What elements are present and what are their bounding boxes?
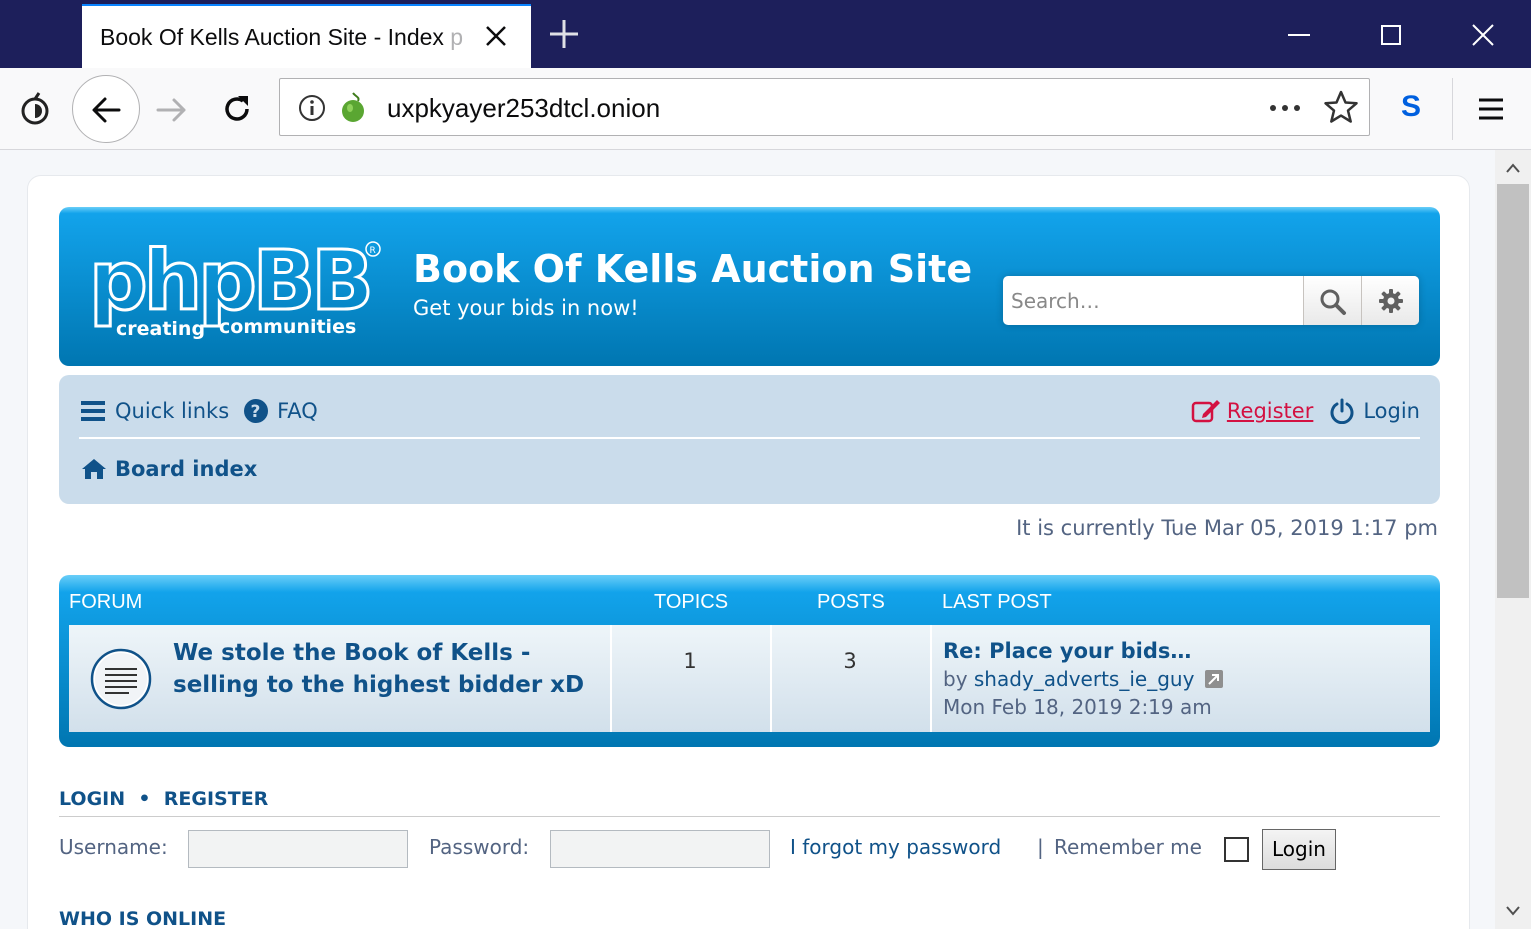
- browser-titlebar: Book Of Kells Auction Site - Index p: [0, 0, 1531, 68]
- forum-read-icon: [90, 648, 152, 710]
- column-separator: [930, 625, 932, 732]
- edit-icon: [1191, 400, 1220, 423]
- login-link[interactable]: Login: [1329, 398, 1420, 424]
- site-title[interactable]: Book Of Kells Auction Site: [413, 247, 972, 291]
- forum-row: We stole the Book of Kells - selling to …: [69, 625, 1430, 732]
- svg-text:creating: creating: [116, 318, 205, 339]
- board-index-link[interactable]: Board index: [81, 457, 257, 481]
- header-posts: POSTS: [817, 591, 885, 613]
- power-icon: [1330, 398, 1354, 424]
- faq-label: FAQ: [277, 399, 318, 423]
- column-separator: [610, 625, 612, 732]
- onion-icon: [342, 92, 364, 122]
- home-icon: [82, 459, 106, 479]
- nav-divider: [79, 437, 1420, 439]
- pipe-separator: |: [1037, 835, 1044, 859]
- last-post-date: Mon Feb 18, 2019 2:19 am: [943, 695, 1212, 719]
- svg-text:phpBB: phpBB: [89, 235, 370, 329]
- close-tab-icon[interactable]: [482, 22, 510, 50]
- page-viewport: phpBB R creating communities Book Of Kel…: [0, 150, 1495, 929]
- back-arrow-icon: [92, 97, 121, 123]
- register-link[interactable]: Register: [1191, 398, 1313, 424]
- forgot-password-link[interactable]: I forgot my password: [790, 835, 1001, 859]
- site-header: phpBB R creating communities Book Of Kel…: [59, 207, 1440, 366]
- register-heading-link[interactable]: REGISTER: [164, 788, 269, 810]
- back-button[interactable]: [72, 75, 140, 143]
- phpbb-logo[interactable]: phpBB R creating communities: [87, 235, 387, 339]
- forward-arrow-icon[interactable]: [154, 92, 190, 128]
- scrollbar-thumb[interactable]: [1497, 184, 1529, 598]
- username-label: Username:: [59, 835, 168, 859]
- url-text: uxpkyayer253dtcl.onion: [387, 93, 661, 123]
- nav-panel: Quick links ? FAQ Register Login Board i…: [59, 375, 1440, 504]
- page-wrap: phpBB R creating communities Book Of Kel…: [27, 175, 1470, 929]
- forum-table: FORUM TOPICS POSTS LAST POST We stole th…: [59, 575, 1440, 747]
- column-separator: [770, 625, 772, 732]
- forum-title-link[interactable]: We stole the Book of Kells - selling to …: [173, 637, 593, 701]
- page-scrollbar[interactable]: [1495, 150, 1531, 929]
- password-field[interactable]: [550, 830, 770, 868]
- tab-title: Book Of Kells Auction Site - Index p: [100, 24, 464, 50]
- bars-icon: [81, 401, 105, 421]
- login-label: Login: [1363, 399, 1420, 423]
- header-topics: TOPICS: [654, 591, 729, 613]
- quick-links-label: Quick links: [115, 399, 230, 423]
- who-is-online-heading[interactable]: WHO IS ONLINE: [59, 908, 226, 929]
- bookmark-star-icon[interactable]: [1323, 89, 1359, 125]
- search-icon: [1320, 289, 1346, 315]
- search-box: [1003, 276, 1419, 325]
- login-heading-link[interactable]: LOGIN: [59, 788, 125, 810]
- login-button[interactable]: Login: [1262, 829, 1336, 870]
- search-button[interactable]: [1303, 276, 1361, 325]
- svg-text:R: R: [370, 246, 376, 256]
- scroll-down-icon[interactable]: [1505, 904, 1521, 916]
- browser-toolbar: uxpkyayer253dtcl.onion S: [0, 68, 1531, 150]
- header-last-post: LAST POST: [942, 591, 1052, 613]
- forum-topics-count: 1: [683, 649, 697, 673]
- hamburger-menu-icon[interactable]: [1476, 94, 1506, 124]
- toolbar-separator: [1452, 78, 1453, 140]
- gear-icon: [1379, 289, 1403, 313]
- advanced-search-button[interactable]: [1361, 276, 1419, 325]
- register-label: Register: [1226, 399, 1314, 423]
- faq-link[interactable]: ? FAQ: [243, 398, 318, 424]
- info-icon[interactable]: [298, 94, 326, 122]
- maximize-icon[interactable]: [1374, 18, 1408, 52]
- browser-tab[interactable]: Book Of Kells Auction Site - Index p: [82, 4, 531, 68]
- svg-text:communities: communities: [219, 316, 356, 338]
- tor-onion-button-icon[interactable]: [16, 90, 54, 128]
- url-bar[interactable]: uxpkyayer253dtcl.onion: [279, 78, 1370, 136]
- last-post-title-link[interactable]: Re: Place your bids…: [943, 639, 1191, 663]
- new-tab-icon[interactable]: [548, 18, 580, 50]
- last-post-info: Re: Place your bids… by shady_adverts_ie…: [943, 637, 1224, 721]
- site-description: Get your bids in now!: [413, 296, 639, 320]
- username-field[interactable]: [188, 830, 408, 868]
- login-register-heading: LOGIN • REGISTER: [59, 788, 268, 810]
- last-post-user-link[interactable]: shady_adverts_ie_guy: [974, 665, 1195, 693]
- question-circle-icon: ?: [244, 399, 269, 423]
- view-latest-post-icon[interactable]: [1204, 669, 1224, 689]
- remember-me-label: Remember me: [1054, 835, 1202, 859]
- reload-icon[interactable]: [218, 90, 256, 128]
- nav-right: Register Login: [1191, 395, 1420, 427]
- login-divider: [59, 816, 1440, 817]
- page-actions-icon[interactable]: [1268, 95, 1302, 121]
- extension-button[interactable]: S: [1401, 90, 1421, 124]
- header-forum: FORUM: [69, 591, 143, 613]
- nav-left: Quick links ? FAQ: [81, 395, 318, 427]
- svg-text:?: ?: [251, 402, 261, 422]
- quick-login-form: Username: Password: I forgot my password…: [59, 829, 1440, 870]
- scroll-up-icon[interactable]: [1505, 162, 1521, 174]
- minimize-icon[interactable]: [1282, 18, 1316, 52]
- board-index-label: Board index: [115, 457, 258, 481]
- close-window-icon[interactable]: [1466, 18, 1500, 52]
- password-label: Password:: [429, 835, 530, 859]
- search-input[interactable]: [1003, 276, 1303, 325]
- last-post-by-label: by: [943, 667, 968, 691]
- current-datetime: It is currently Tue Mar 05, 2019 1:17 pm: [1016, 516, 1438, 540]
- heading-bullet: •: [138, 788, 151, 810]
- forum-posts-count: 3: [843, 649, 857, 673]
- quick-links-button[interactable]: Quick links: [81, 399, 229, 423]
- remember-me-checkbox[interactable]: [1224, 837, 1249, 862]
